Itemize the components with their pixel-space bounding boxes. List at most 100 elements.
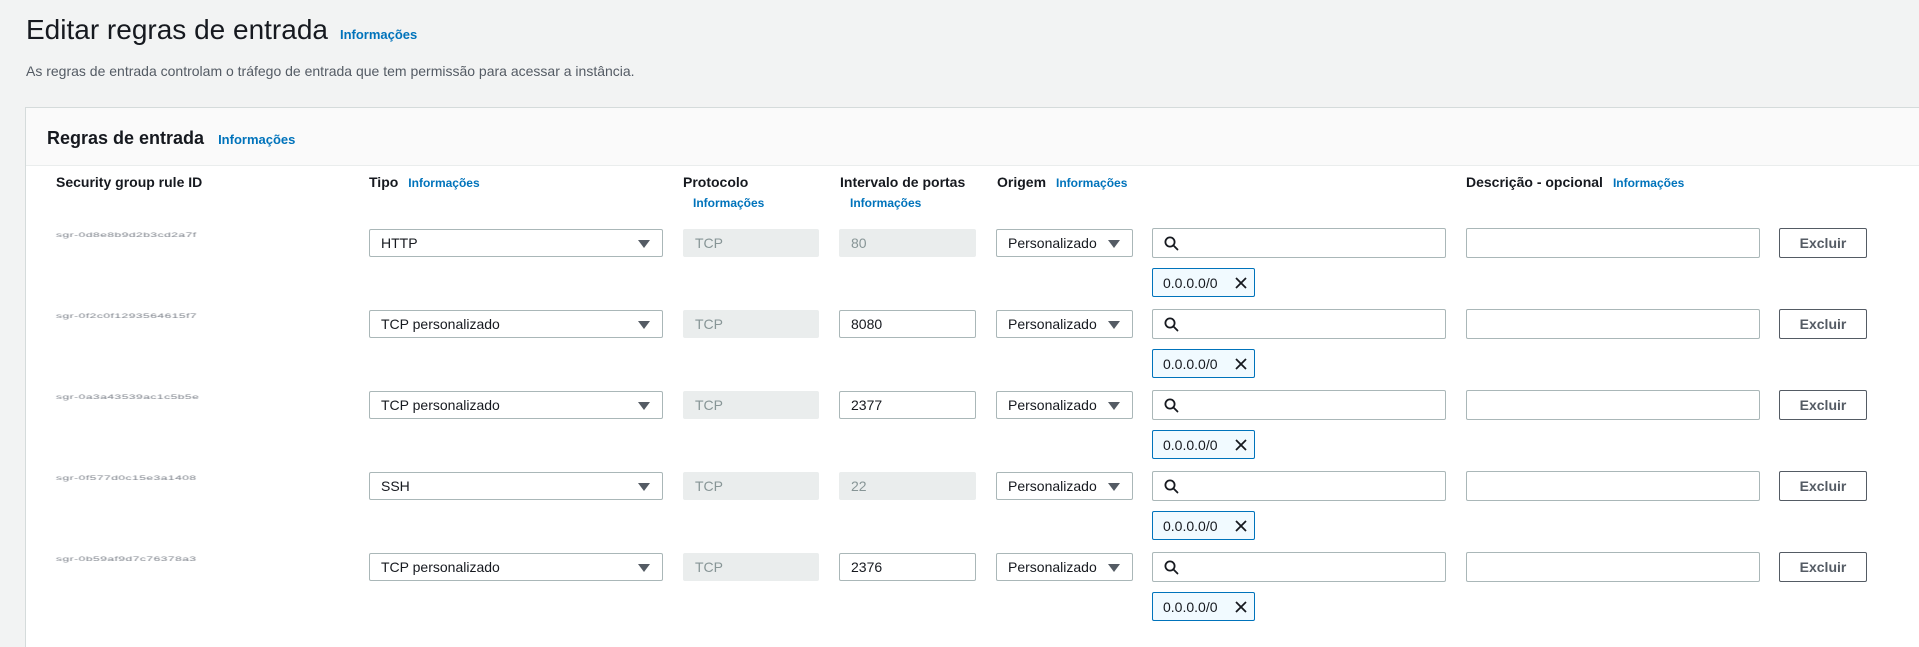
type-select[interactable]: TCP personalizado — [369, 391, 663, 419]
type-select-value: TCP personalizado — [381, 559, 500, 575]
type-select[interactable]: TCP personalizado — [369, 553, 663, 581]
source-info-link[interactable]: Informações — [1056, 176, 1127, 190]
type-select-value: TCP personalizado — [381, 316, 500, 332]
source-search-input[interactable] — [1152, 228, 1446, 258]
port-range-value: 80 — [851, 235, 867, 251]
port-range-input[interactable]: 2377 — [839, 391, 976, 419]
page-title: Editar regras de entrada Informações — [26, 14, 417, 46]
description-input[interactable] — [1466, 228, 1760, 258]
rule-id: sgr-0d8e8b9d2b3cd2a7f — [56, 231, 197, 239]
column-header-rule-id: Security group rule ID — [56, 174, 202, 190]
description-input[interactable] — [1466, 309, 1760, 339]
page-title-info-link[interactable]: Informações — [340, 27, 417, 42]
caret-down-icon — [1108, 564, 1120, 572]
column-header-port-range-label: Intervalo de portas — [840, 174, 966, 190]
close-icon[interactable] — [1234, 438, 1248, 455]
cidr-token-label: 0.0.0.0/0 — [1163, 517, 1218, 534]
port-range-value: 8080 — [851, 316, 883, 332]
description-input[interactable] — [1466, 390, 1760, 420]
port-range-input: 22 — [839, 472, 976, 500]
panel-title: Regras de entrada Informações — [47, 128, 295, 149]
source-select-value: Personalizado — [1008, 397, 1097, 413]
source-select-value: Personalizado — [1008, 559, 1097, 575]
caret-down-icon — [638, 483, 650, 491]
caret-down-icon — [1108, 321, 1120, 329]
column-header-source-label: Origem — [997, 174, 1047, 190]
protocol-value: TCP — [695, 478, 723, 494]
cidr-token-label: 0.0.0.0/0 — [1163, 274, 1218, 291]
cidr-token: 0.0.0.0/0 — [1152, 268, 1255, 297]
source-select[interactable]: Personalizado — [996, 472, 1133, 500]
source-select[interactable]: Personalizado — [996, 553, 1133, 581]
caret-down-icon — [1108, 402, 1120, 410]
column-header-protocol: Protocolo Informações — [683, 174, 764, 210]
source-select-value: Personalizado — [1008, 235, 1097, 251]
cidr-token-label: 0.0.0.0/0 — [1163, 436, 1218, 453]
source-search-input[interactable] — [1152, 552, 1446, 582]
close-icon[interactable] — [1234, 519, 1248, 536]
protocol-field: TCP — [683, 391, 819, 419]
protocol-value: TCP — [695, 559, 723, 575]
cidr-token: 0.0.0.0/0 — [1152, 430, 1255, 459]
source-select[interactable]: Personalizado — [996, 229, 1133, 257]
protocol-field: TCP — [683, 310, 819, 338]
column-header-source: Origem Informações — [997, 174, 1127, 190]
port-range-input: 80 — [839, 229, 976, 257]
source-select[interactable]: Personalizado — [996, 391, 1133, 419]
delete-rule-button[interactable]: Excluir — [1779, 309, 1867, 339]
description-info-link[interactable]: Informações — [1613, 176, 1684, 190]
cidr-token: 0.0.0.0/0 — [1152, 349, 1255, 378]
close-icon[interactable] — [1234, 357, 1248, 374]
caret-down-icon — [1108, 240, 1120, 248]
column-header-protocol-label: Protocolo — [683, 174, 749, 190]
port-range-input[interactable]: 8080 — [839, 310, 976, 338]
delete-rule-button[interactable]: Excluir — [1779, 228, 1867, 258]
source-select-value: Personalizado — [1008, 316, 1097, 332]
protocol-field: TCP — [683, 229, 819, 257]
source-select-value: Personalizado — [1008, 478, 1097, 494]
protocol-info-link[interactable]: Informações — [693, 196, 764, 210]
caret-down-icon — [638, 240, 650, 248]
type-select[interactable]: HTTP — [369, 229, 663, 257]
source-search-input[interactable] — [1152, 309, 1446, 339]
panel-title-text: Regras de entrada — [47, 128, 205, 148]
source-search-input[interactable] — [1152, 390, 1446, 420]
protocol-value: TCP — [695, 235, 723, 251]
page-title-text: Editar regras de entrada — [26, 14, 328, 45]
type-select[interactable]: TCP personalizado — [369, 310, 663, 338]
port-range-info-link[interactable]: Informações — [850, 196, 965, 210]
type-select[interactable]: SSH — [369, 472, 663, 500]
close-icon[interactable] — [1234, 600, 1248, 617]
cidr-token: 0.0.0.0/0 — [1152, 511, 1255, 540]
cidr-token-label: 0.0.0.0/0 — [1163, 355, 1218, 372]
page-description: As regras de entrada controlam o tráfego… — [26, 63, 635, 79]
delete-rule-button[interactable]: Excluir — [1779, 552, 1867, 582]
protocol-value: TCP — [695, 397, 723, 413]
port-range-value: 2376 — [851, 559, 883, 575]
close-icon[interactable] — [1234, 276, 1248, 293]
source-search-input[interactable] — [1152, 471, 1446, 501]
column-header-port-range: Intervalo de portas Informações — [840, 174, 965, 210]
column-header-rule-id-label: Security group rule ID — [56, 174, 203, 190]
type-select-value: SSH — [381, 478, 410, 494]
cidr-token: 0.0.0.0/0 — [1152, 592, 1255, 621]
delete-rule-button[interactable]: Excluir — [1779, 390, 1867, 420]
caret-down-icon — [1108, 483, 1120, 491]
panel-info-link[interactable]: Informações — [218, 132, 295, 147]
rule-id: sgr-0f2c0f1293564615f7 — [56, 312, 198, 320]
caret-down-icon — [638, 402, 650, 410]
column-header-description: Descrição - opcional Informações — [1466, 174, 1684, 190]
caret-down-icon — [638, 321, 650, 329]
type-info-link[interactable]: Informações — [408, 176, 479, 190]
type-select-value: TCP personalizado — [381, 397, 500, 413]
protocol-value: TCP — [695, 316, 723, 332]
description-input[interactable] — [1466, 471, 1760, 501]
delete-rule-button[interactable]: Excluir — [1779, 471, 1867, 501]
source-select[interactable]: Personalizado — [996, 310, 1133, 338]
type-select-value: HTTP — [381, 235, 418, 251]
rule-id: sgr-0b59af9d7c76378a3 — [56, 555, 197, 563]
description-input[interactable] — [1466, 552, 1760, 582]
port-range-input[interactable]: 2376 — [839, 553, 976, 581]
cidr-token-label: 0.0.0.0/0 — [1163, 598, 1218, 615]
column-header-type-label: Tipo — [369, 174, 399, 190]
